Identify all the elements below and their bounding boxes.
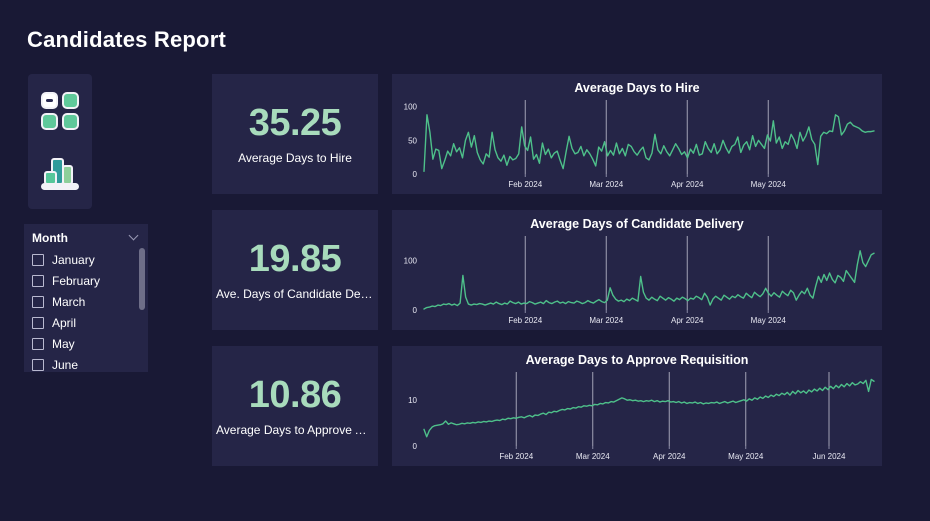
slicer-scrollbar[interactable]: [139, 248, 145, 368]
svg-text:May 2024: May 2024: [728, 452, 764, 461]
svg-text:0: 0: [413, 442, 418, 451]
chevron-down-icon[interactable]: [130, 232, 140, 238]
slicer-item[interactable]: May: [32, 333, 148, 354]
svg-text:Feb 2024: Feb 2024: [499, 452, 533, 461]
slicer-list: January February March April May June: [24, 246, 148, 372]
month-slicer[interactable]: Month January February March April May June: [24, 224, 148, 372]
chart-card-approve-requisition[interactable]: Average Days to Approve Requisition 0 10 F…: [392, 346, 882, 466]
slicer-item-label: May: [52, 336, 75, 351]
svg-text:50: 50: [408, 136, 417, 145]
svg-text:Jun 2024: Jun 2024: [813, 452, 846, 461]
slicer-checkbox[interactable]: [32, 358, 44, 371]
svg-text:100: 100: [404, 257, 418, 266]
slicer-item[interactable]: March: [32, 291, 148, 312]
svg-text:100: 100: [404, 103, 418, 112]
kpi-card-average-days-to-hire[interactable]: 35.25 Average Days to Hire: [212, 74, 378, 194]
slicer-checkbox[interactable]: [32, 316, 44, 329]
sidebar-item-reports[interactable]: [28, 144, 92, 202]
svg-text:Apr 2024: Apr 2024: [671, 316, 704, 325]
slicer-scrollbar-thumb[interactable]: [139, 248, 145, 310]
svg-text:Apr 2024: Apr 2024: [653, 452, 686, 461]
page-title: Candidates Report: [27, 27, 226, 52]
slicer-title: Month: [32, 231, 68, 245]
line-chart-candidate-delivery: 0 100 Feb 2024 Mar 2024 Apr 2024 May 2024: [404, 236, 875, 325]
slicer-item-label: January: [52, 252, 95, 267]
kpi-label: Average Days to Approve Ac...: [216, 422, 374, 437]
chart-title: Average Days of Candidate Delivery: [530, 217, 744, 231]
slicer-item[interactable]: January: [32, 249, 148, 270]
svg-text:Feb 2024: Feb 2024: [508, 316, 542, 325]
line-chart-approve-requisition: 0 10 Feb 2024 Mar 2024 Apr 2024 May 2024 Jun 2…: [408, 372, 875, 461]
line-chart-average-days-to-hire: 0 50 100 Feb 2024 Mar 2024 Apr 2024 May 2024: [404, 100, 875, 189]
sidebar-item-dashboard[interactable]: [28, 82, 92, 140]
kpi-label: Ave. Days of Candidate Deliv...: [216, 286, 374, 301]
svg-text:Mar 2024: Mar 2024: [589, 180, 623, 189]
svg-text:0: 0: [413, 170, 418, 179]
kpi-value: 19.85: [248, 237, 342, 280]
bar-chart-icon: [40, 154, 80, 192]
grid-icon: [41, 92, 79, 130]
svg-text:May 2024: May 2024: [751, 316, 787, 325]
slicer-item[interactable]: February: [32, 270, 148, 291]
nav-rail: [28, 74, 92, 209]
kpi-value: 10.86: [248, 373, 342, 416]
slicer-item-label: April: [52, 315, 77, 330]
svg-text:Mar 2024: Mar 2024: [589, 316, 623, 325]
slicer-checkbox[interactable]: [32, 253, 44, 266]
slicer-checkbox[interactable]: [32, 274, 44, 287]
slicer-item-label: February: [52, 273, 101, 288]
svg-text:Mar 2024: Mar 2024: [576, 452, 610, 461]
slicer-header: Month: [24, 224, 148, 246]
kpi-card-candidate-delivery[interactable]: 19.85 Ave. Days of Candidate Deliv...: [212, 210, 378, 330]
slicer-item-label: June: [52, 357, 79, 372]
chart-card-average-days-to-hire[interactable]: Average Days to Hire 0 50 100 Feb 2024 Mar 2…: [392, 74, 882, 194]
chart-card-candidate-delivery[interactable]: Average Days of Candidate Delivery 0 100 F…: [392, 210, 882, 330]
slicer-item-label: March: [52, 294, 86, 309]
svg-text:10: 10: [408, 396, 417, 405]
svg-text:Feb 2024: Feb 2024: [508, 180, 542, 189]
chart-title: Average Days to Hire: [574, 81, 700, 95]
slicer-checkbox[interactable]: [32, 337, 44, 350]
chart-title: Average Days to Approve Requisition: [525, 353, 749, 367]
kpi-card-approve-requisition[interactable]: 10.86 Average Days to Approve Ac...: [212, 346, 378, 466]
svg-text:May 2024: May 2024: [751, 180, 787, 189]
kpi-value: 35.25: [248, 101, 342, 144]
kpi-label: Average Days to Hire: [238, 150, 352, 165]
svg-text:0: 0: [413, 306, 418, 315]
slicer-item[interactable]: April: [32, 312, 148, 333]
slicer-item[interactable]: June: [32, 354, 148, 372]
slicer-checkbox[interactable]: [32, 295, 44, 308]
svg-text:Apr 2024: Apr 2024: [671, 180, 704, 189]
